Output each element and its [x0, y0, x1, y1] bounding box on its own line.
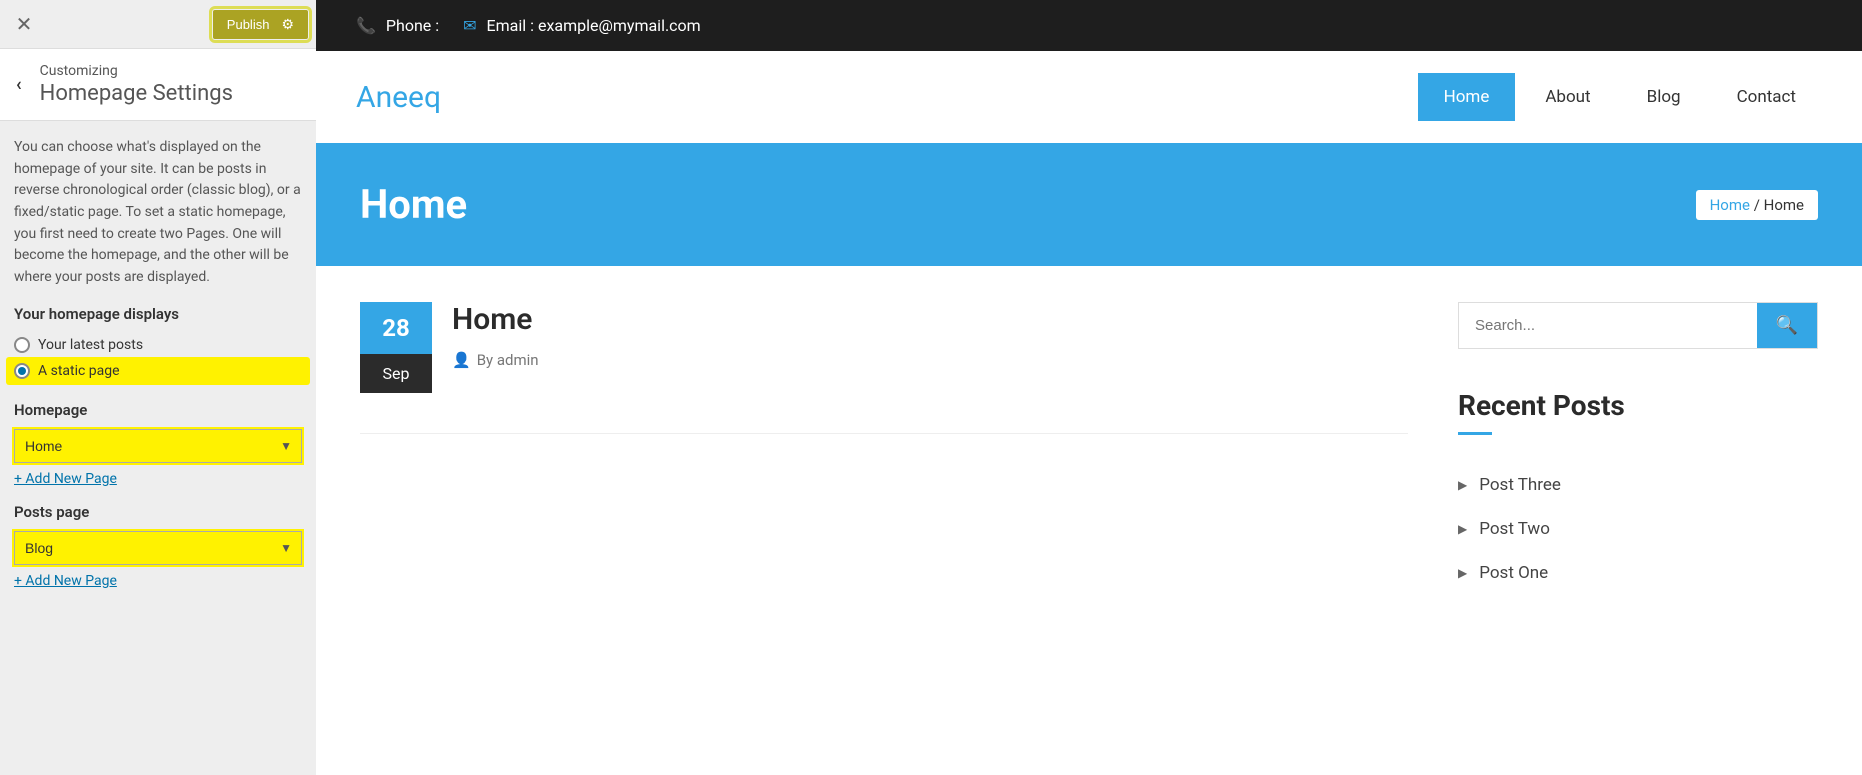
phone-icon: 📞 [356, 16, 376, 35]
breadcrumb-link[interactable]: Home [1710, 196, 1750, 214]
post-header: 28 Sep Home 👤 By admin [360, 302, 1408, 393]
recent-post-item[interactable]: ▶ Post Two [1458, 507, 1818, 551]
user-icon: 👤 [452, 351, 471, 369]
sidebar-header: ✕ Publish ⚙ [0, 0, 316, 48]
search-box: 🔍 [1458, 302, 1818, 349]
breadcrumb-current: Home [1764, 196, 1804, 214]
homepage-control: Homepage Home ▼ + Add New Page [0, 401, 316, 503]
nav-menu: Home About Blog Contact [1418, 73, 1822, 121]
page-title: Home [360, 181, 467, 228]
breadcrumb: Home / Home [1696, 190, 1818, 220]
mail-icon: ✉ [463, 16, 476, 35]
chevron-right-icon: ▶ [1458, 566, 1467, 580]
radio-latest-label: Your latest posts [38, 337, 143, 353]
phone-label: Phone : [386, 16, 439, 35]
posts-page-control: Posts page Blog ▼ + Add New Page [0, 503, 316, 605]
recent-post-label: Post One [1479, 563, 1548, 583]
breadcrumb-sep: / [1754, 196, 1760, 214]
nav-item-blog[interactable]: Blog [1621, 73, 1707, 121]
email-label: Email : example@mymail.com [487, 16, 701, 35]
publish-button[interactable]: Publish ⚙ [213, 10, 308, 39]
radio-icon [14, 363, 30, 379]
radio-icon [14, 337, 30, 353]
section-name: Homepage Settings [40, 81, 233, 106]
widget-sidebar: 🔍 Recent Posts ▶ Post Three ▶ Post Two ▶… [1458, 302, 1818, 595]
widget-underline [1458, 432, 1492, 435]
post-title: Home [452, 302, 539, 337]
topbar-email: ✉ Email : example@mymail.com [463, 16, 701, 35]
close-icon: ✕ [16, 12, 33, 36]
topbar-phone: 📞 Phone : [356, 16, 439, 35]
homepage-label: Homepage [14, 401, 302, 419]
hero-banner: Home Home / Home [316, 143, 1862, 266]
customizer-sidebar: ✕ Publish ⚙ ‹ Customizing Homepage Setti… [0, 0, 316, 775]
homepage-displays-control: Your homepage displays Your latest posts… [0, 305, 316, 401]
search-button[interactable]: 🔍 [1757, 303, 1817, 348]
date-month: Sep [360, 354, 432, 393]
content-area: 28 Sep Home 👤 By admin 🔍 [316, 266, 1862, 631]
homepage-select[interactable]: Home [14, 429, 302, 463]
radio-latest-posts[interactable]: Your latest posts [14, 333, 302, 357]
nav-item-contact[interactable]: Contact [1711, 73, 1822, 121]
post-meta: 👤 By admin [452, 351, 539, 369]
publish-label: Publish [227, 17, 270, 32]
search-icon: 🔍 [1776, 315, 1798, 336]
add-new-page-link-2[interactable]: + Add New Page [14, 573, 117, 589]
post-divider [360, 433, 1408, 434]
chevron-right-icon: ▶ [1458, 522, 1467, 536]
site-preview: 📞 Phone : ✉ Email : example@mymail.com A… [316, 0, 1862, 775]
section-header: ‹ Customizing Homepage Settings [0, 48, 316, 121]
chevron-right-icon: ▶ [1458, 478, 1467, 492]
recent-post-label: Post Three [1479, 475, 1561, 495]
recent-post-label: Post Two [1479, 519, 1550, 539]
navbar: Aneeq Home About Blog Contact [316, 51, 1862, 143]
recent-post-item[interactable]: ▶ Post Three [1458, 463, 1818, 507]
section-description: You can choose what's displayed on the h… [0, 121, 316, 305]
posts-page-select[interactable]: Blog [14, 531, 302, 565]
recent-posts-title: Recent Posts [1458, 389, 1818, 422]
close-button[interactable]: ✕ [0, 0, 48, 48]
radio-static-page[interactable]: A static page [6, 357, 310, 385]
posts-page-label: Posts page [14, 503, 302, 521]
homepage-displays-label: Your homepage displays [14, 305, 302, 323]
nav-item-about[interactable]: About [1519, 73, 1616, 121]
brand-logo[interactable]: Aneeq [356, 80, 441, 115]
topbar: 📞 Phone : ✉ Email : example@mymail.com [316, 0, 1862, 51]
radio-static-label: A static page [38, 363, 120, 379]
nav-item-home[interactable]: Home [1418, 73, 1516, 121]
search-input[interactable] [1459, 303, 1757, 348]
main-column: 28 Sep Home 👤 By admin [360, 302, 1408, 595]
gear-icon: ⚙ [281, 16, 294, 33]
customizing-label: Customizing [40, 63, 233, 79]
date-day: 28 [360, 302, 432, 354]
recent-post-item[interactable]: ▶ Post One [1458, 551, 1818, 595]
add-new-page-link-1[interactable]: + Add New Page [14, 471, 117, 487]
post-author: By admin [477, 351, 539, 369]
publish-area: Publish ⚙ [213, 10, 308, 39]
date-badge: 28 Sep [360, 302, 432, 393]
back-button[interactable]: ‹ [16, 74, 22, 95]
